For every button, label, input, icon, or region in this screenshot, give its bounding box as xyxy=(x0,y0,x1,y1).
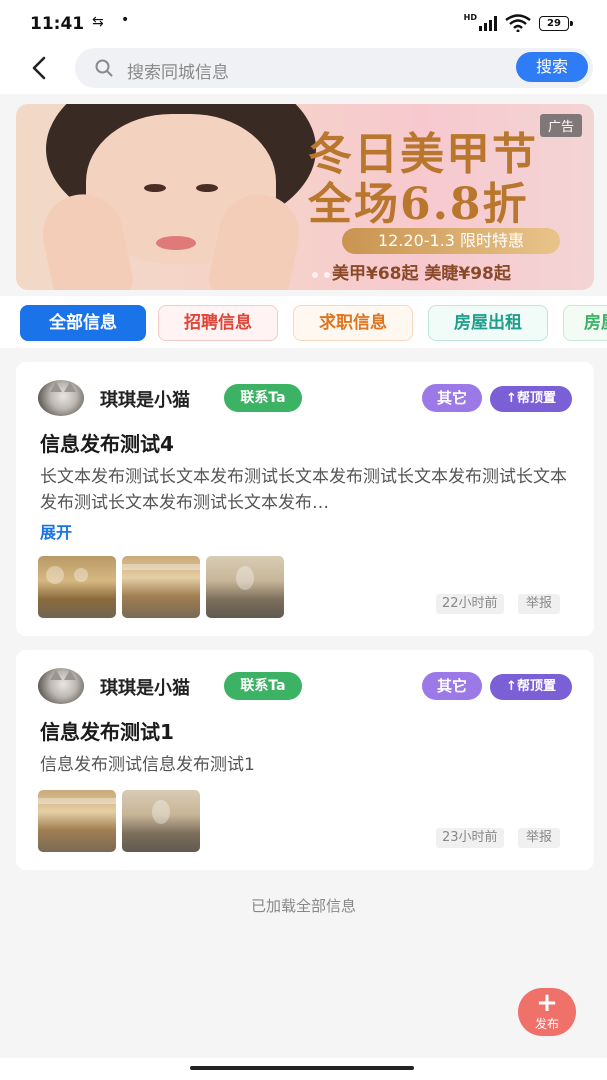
banner-lips xyxy=(156,236,196,250)
post-card[interactable]: 琪琪是小猫 联系Ta 其它 ↑帮顶置 信息发布测试4 长文本发布测试长文本发布测… xyxy=(16,362,594,636)
battery-icon: 29 xyxy=(539,15,573,31)
report-button[interactable]: 举报 xyxy=(518,594,561,614)
tab-all[interactable]: 全部信息 xyxy=(20,305,146,341)
tab-house[interactable]: 房屋 xyxy=(563,305,607,341)
post-image[interactable] xyxy=(122,790,200,852)
username: 琪琪是小猫 xyxy=(100,390,190,411)
plus-icon: + xyxy=(536,988,558,1018)
ad-tag: 广告 xyxy=(539,114,582,137)
ad-price: 美甲¥68起 美睫¥98起 xyxy=(332,264,511,284)
pin-top-button[interactable]: ↑帮顶置 xyxy=(490,674,572,700)
category-tabs: 全部信息 招聘信息 求职信息 房屋出租 房屋 xyxy=(0,296,607,348)
post-card[interactable]: 琪琪是小猫 联系Ta 其它 ↑帮顶置 信息发布测试1 信息发布测试信息发布测试1… xyxy=(16,650,594,870)
signal-icon xyxy=(479,15,497,31)
wifi-icon xyxy=(505,14,531,32)
tab-job-seeking[interactable]: 求职信息 xyxy=(293,305,413,341)
banner-eye-left xyxy=(144,184,166,192)
search-icon xyxy=(95,59,113,77)
avatar[interactable] xyxy=(38,668,84,704)
status-bar: 11:41 ⇆ • HD 29 xyxy=(0,0,607,46)
report-button[interactable]: 举报 xyxy=(518,828,561,848)
search-button[interactable]: 搜索 xyxy=(516,52,588,82)
contact-button[interactable]: 联系Ta xyxy=(224,384,302,412)
publish-button[interactable]: + 发布 xyxy=(518,988,576,1036)
post-time: 23小时前 xyxy=(436,828,504,848)
expand-link[interactable]: 展开 xyxy=(40,519,72,543)
category-badge: 其它 xyxy=(422,384,482,412)
usb-icon: ⇆ xyxy=(92,14,104,30)
username: 琪琪是小猫 xyxy=(100,678,190,699)
banner-eye-right xyxy=(196,184,218,192)
post-title: 信息发布测试4 xyxy=(40,432,174,456)
banner-pager xyxy=(312,272,330,278)
all-loaded-text: 已加载全部信息 xyxy=(250,897,356,915)
category-badge: 其它 xyxy=(422,672,482,700)
post-image[interactable] xyxy=(206,556,284,618)
post-image[interactable] xyxy=(122,556,200,618)
battery-level: 29 xyxy=(547,17,561,29)
publish-label: 发布 xyxy=(534,1017,559,1031)
gesture-bar xyxy=(0,1058,607,1080)
ad-banner[interactable]: 广告 冬日美甲节 全场6.8折 12.20-1.3 限时特惠 美甲¥68起 美睫… xyxy=(16,104,594,290)
status-icons: HD 29 xyxy=(463,13,573,32)
ad-date: 12.20-1.3 限时特惠 xyxy=(342,228,560,254)
chevron-left-icon[interactable] xyxy=(26,54,54,82)
contact-button[interactable]: 联系Ta xyxy=(224,672,302,700)
post-image[interactable] xyxy=(38,790,116,852)
network-type-label: HD xyxy=(463,13,477,22)
post-description: 长文本发布测试长文本发布测试长文本发布测试长文本发布测试长文本发布测试长文本发布… xyxy=(40,467,567,513)
tab-recruitment[interactable]: 招聘信息 xyxy=(158,305,278,341)
avatar[interactable] xyxy=(38,380,84,416)
post-image[interactable] xyxy=(38,556,116,618)
post-time: 22小时前 xyxy=(436,594,504,614)
notification-dot: • xyxy=(121,12,130,28)
search-input[interactable]: 搜索同城信息 xyxy=(127,58,229,83)
post-description: 信息发布测试信息发布测试1 xyxy=(40,755,255,775)
tab-house-rent[interactable]: 房屋出租 xyxy=(428,305,548,341)
pin-top-button[interactable]: ↑帮顶置 xyxy=(490,386,572,412)
status-time: 11:41 xyxy=(30,14,85,34)
ad-title-line2: 全场6.8折 xyxy=(308,179,529,230)
post-title: 信息发布测试1 xyxy=(40,720,174,744)
home-indicator[interactable] xyxy=(190,1066,414,1070)
